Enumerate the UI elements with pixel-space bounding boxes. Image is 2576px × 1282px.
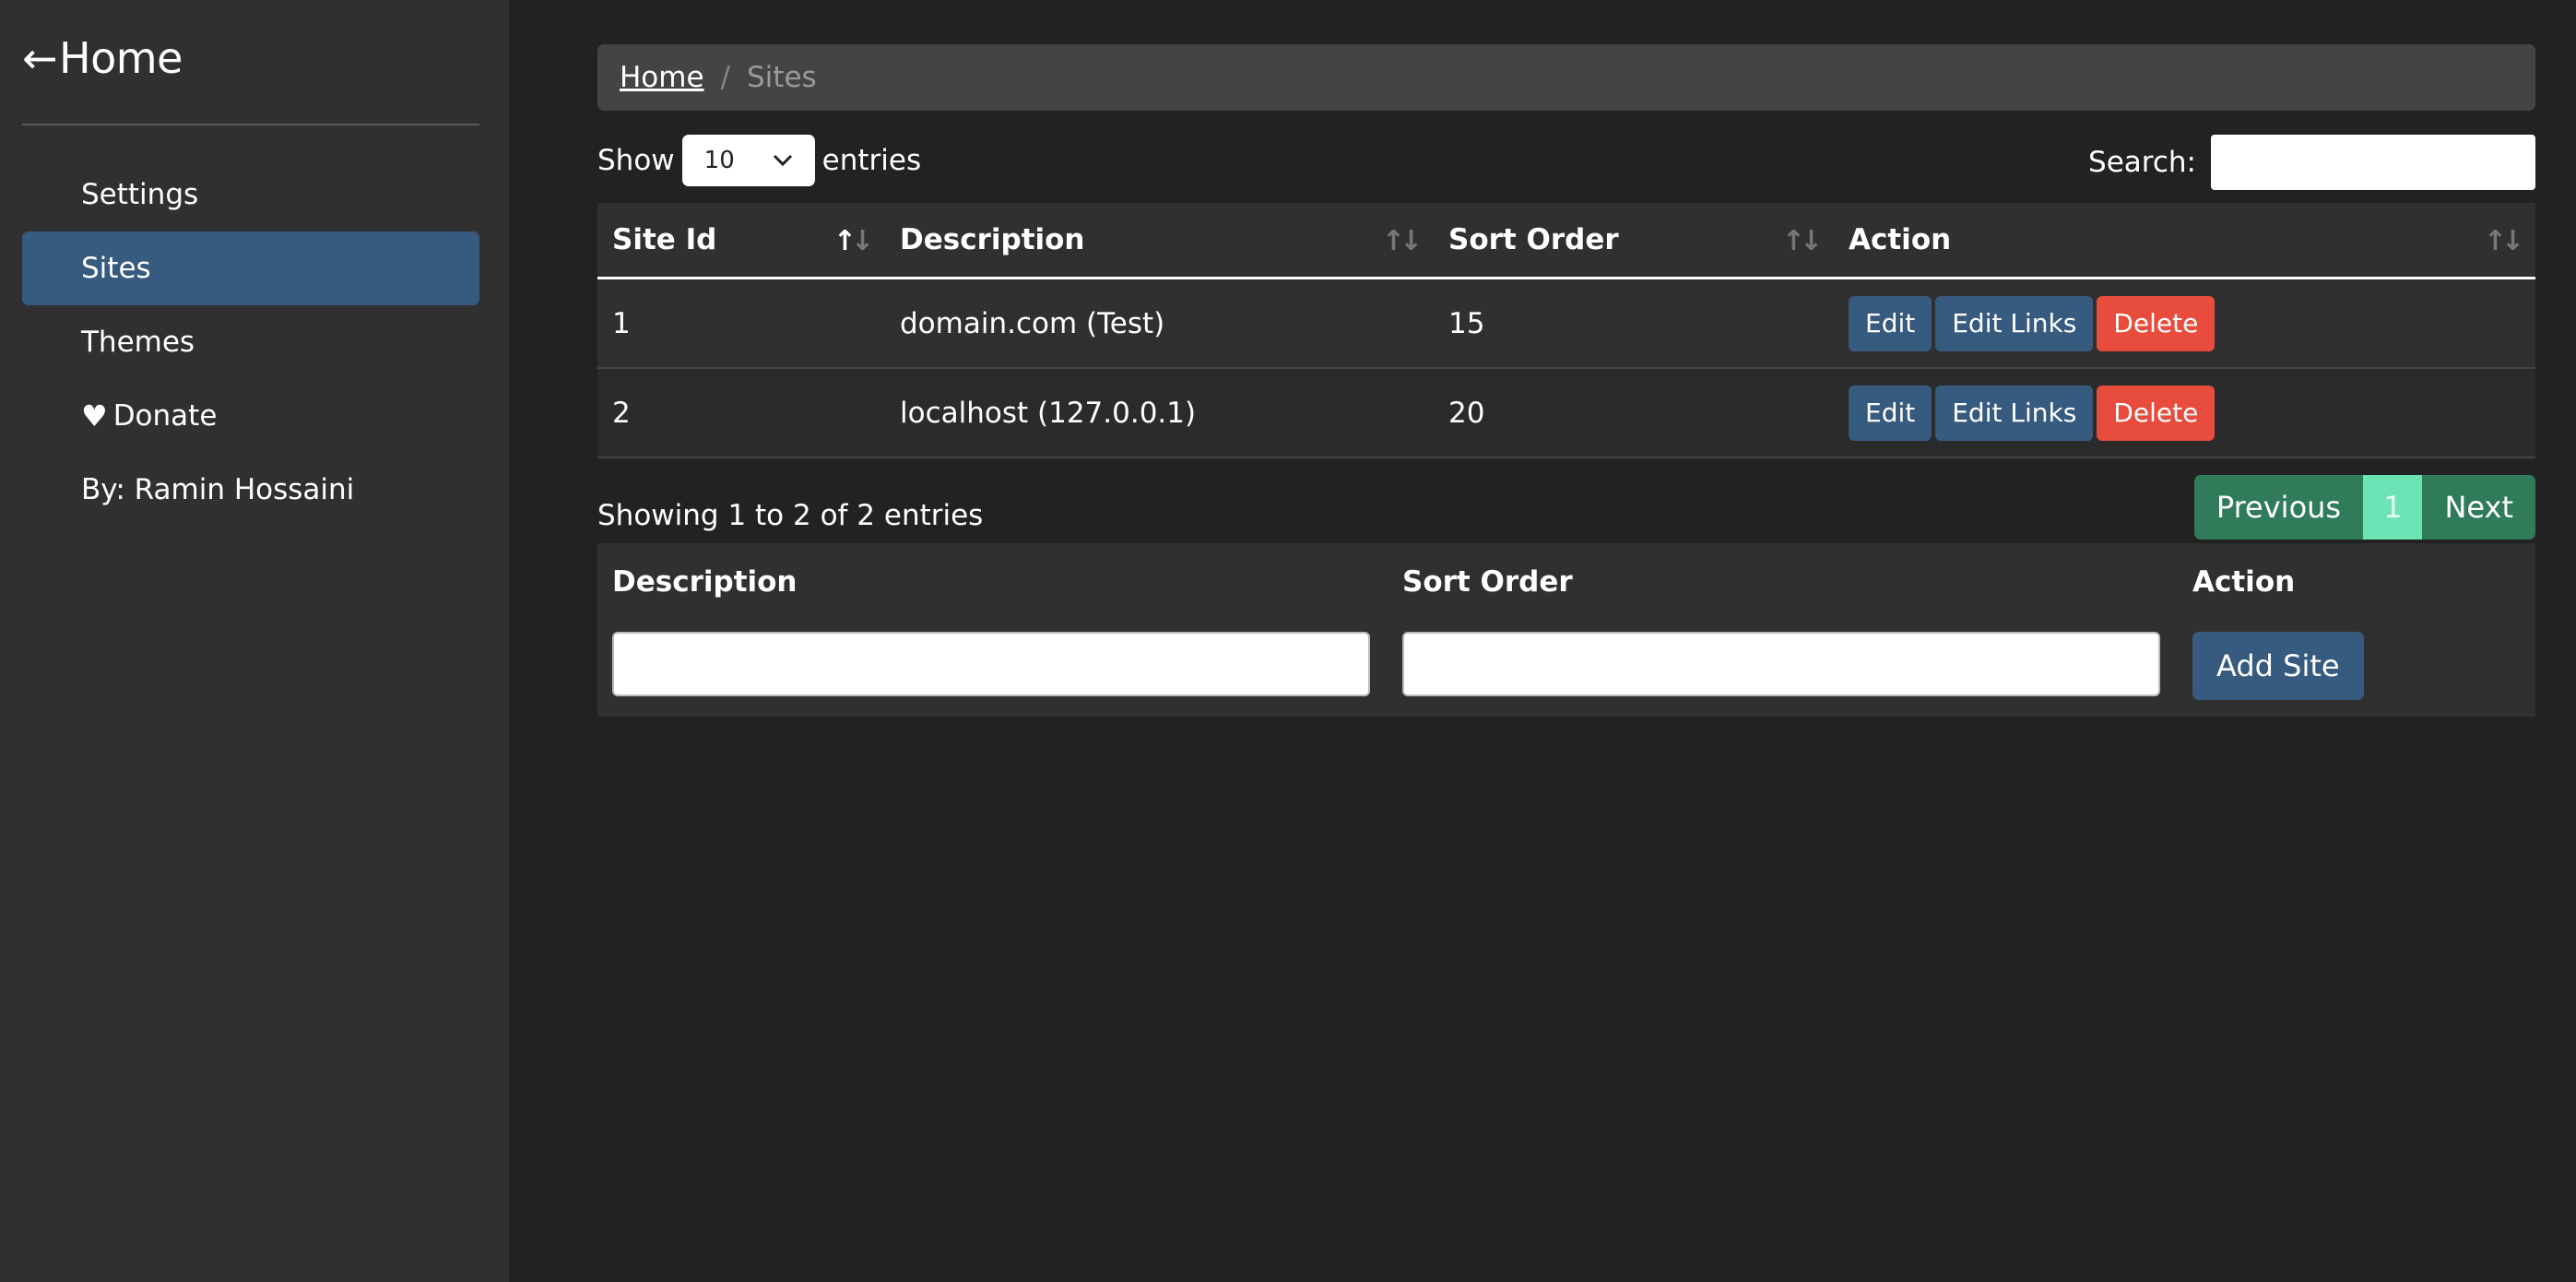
description-field-label: Description	[612, 565, 798, 599]
cell-site-id: 2	[597, 368, 885, 458]
table-header-row: Site Id ↑↓ Description ↑↓ Sort Order ↑↓ …	[597, 203, 2535, 279]
sidebar: ← Home Settings Sites Themes ♥ Donate By…	[0, 0, 509, 1282]
next-page-button[interactable]: Next	[2422, 475, 2535, 540]
search-input[interactable]	[2211, 135, 2535, 190]
cell-sort-order: 15	[1434, 278, 1834, 369]
column-label: Description	[900, 223, 1085, 256]
sidebar-item-label: Settings	[81, 178, 199, 211]
cell-sort-order: 20	[1434, 368, 1834, 458]
chevron-down-icon	[773, 154, 792, 167]
home-link-label: Home	[59, 33, 183, 83]
cell-description: domain.com (Test)	[885, 278, 1434, 369]
sort-icon: ↑↓	[1781, 225, 1823, 257]
table-row: 1 domain.com (Test) 15 Edit Edit Links Del…	[597, 278, 2535, 369]
add-site-form: Description Sort Order Action Add Site	[597, 543, 2535, 717]
cell-site-id: 1	[597, 278, 885, 369]
sidebar-nav: Settings Sites Themes ♥ Donate By: Ramin…	[22, 158, 479, 527]
pagination: Previous 1 Next	[2193, 475, 2535, 540]
cell-description: localhost (127.0.0.1)	[885, 368, 1434, 458]
home-link[interactable]: ← Home	[22, 33, 183, 83]
previous-page-button[interactable]: Previous	[2193, 475, 2364, 540]
sidebar-item-themes[interactable]: Themes	[22, 305, 479, 379]
action-label: Action	[2192, 565, 2296, 599]
sort-order-input[interactable]	[1402, 632, 2160, 696]
edit-button[interactable]: Edit	[1849, 385, 1932, 441]
sort-icon: ↑↓	[2483, 225, 2524, 257]
sort-icon: ↑↓	[1381, 225, 1423, 257]
heart-icon: ♥	[81, 398, 108, 433]
entries-label: entries	[821, 144, 922, 177]
sidebar-item-label: Donate	[112, 399, 218, 433]
edit-button[interactable]: Edit	[1849, 295, 1932, 351]
sites-table: Site Id ↑↓ Description ↑↓ Sort Order ↑↓ …	[597, 203, 2535, 458]
back-arrow-icon: ←	[22, 33, 58, 83]
sidebar-item-label: By: Ramin Hossaini	[81, 473, 355, 506]
page-length-value: 10	[703, 147, 735, 174]
column-label: Site Id	[612, 223, 717, 256]
table-controls: Show 10 entries Search:	[597, 118, 2535, 203]
page-length-control: Show 10 entries	[597, 135, 921, 186]
column-header-sort-order[interactable]: Sort Order ↑↓	[1434, 203, 1834, 279]
column-label: Sort Order	[1448, 223, 1619, 256]
sidebar-item-sites[interactable]: Sites	[22, 231, 479, 305]
breadcrumb: Home / Sites	[597, 44, 2535, 111]
search-control: Search:	[2088, 135, 2535, 190]
delete-button[interactable]: Delete	[2097, 295, 2216, 351]
column-header-action[interactable]: Action ↑↓	[1834, 203, 2535, 279]
sidebar-item-donate[interactable]: ♥ Donate	[22, 379, 479, 453]
description-input[interactable]	[612, 632, 1370, 696]
cell-actions: Edit Edit Links Delete	[1834, 368, 2535, 458]
table-row: 2 localhost (127.0.0.1) 20 Edit Edit Link…	[597, 368, 2535, 458]
main-content: Home / Sites Show 10 entries Search: Sit…	[597, 44, 2535, 717]
breadcrumb-separator: /	[720, 61, 730, 94]
column-header-site-id[interactable]: Site Id ↑↓	[597, 203, 885, 279]
cell-actions: Edit Edit Links Delete	[1834, 278, 2535, 369]
table-footer: Showing 1 to 2 of 2 entries Previous 1 N…	[597, 458, 2535, 543]
show-label: Show	[597, 144, 675, 177]
sort-ascending-icon: ↑↓	[833, 225, 874, 257]
sort-order-field-label: Sort Order	[1402, 565, 1573, 599]
delete-button[interactable]: Delete	[2097, 385, 2216, 441]
sidebar-item-label: Sites	[81, 252, 151, 285]
edit-links-button[interactable]: Edit Links	[1935, 295, 2094, 351]
breadcrumb-current: Sites	[747, 61, 817, 94]
table-info: Showing 1 to 2 of 2 entries	[597, 499, 984, 532]
column-header-description[interactable]: Description ↑↓	[885, 203, 1434, 279]
sidebar-item-settings[interactable]: Settings	[22, 158, 479, 231]
column-label: Action	[1849, 223, 1952, 256]
edit-links-button[interactable]: Edit Links	[1935, 385, 2094, 441]
search-label: Search:	[2088, 146, 2196, 179]
breadcrumb-home-link[interactable]: Home	[620, 61, 704, 94]
sidebar-divider	[22, 124, 479, 125]
page-length-select[interactable]: 10	[681, 135, 815, 186]
add-site-button[interactable]: Add Site	[2192, 632, 2364, 700]
sidebar-item-label: Themes	[81, 326, 195, 359]
sidebar-item-author[interactable]: By: Ramin Hossaini	[22, 453, 479, 527]
page-button-current[interactable]: 1	[2363, 475, 2423, 540]
